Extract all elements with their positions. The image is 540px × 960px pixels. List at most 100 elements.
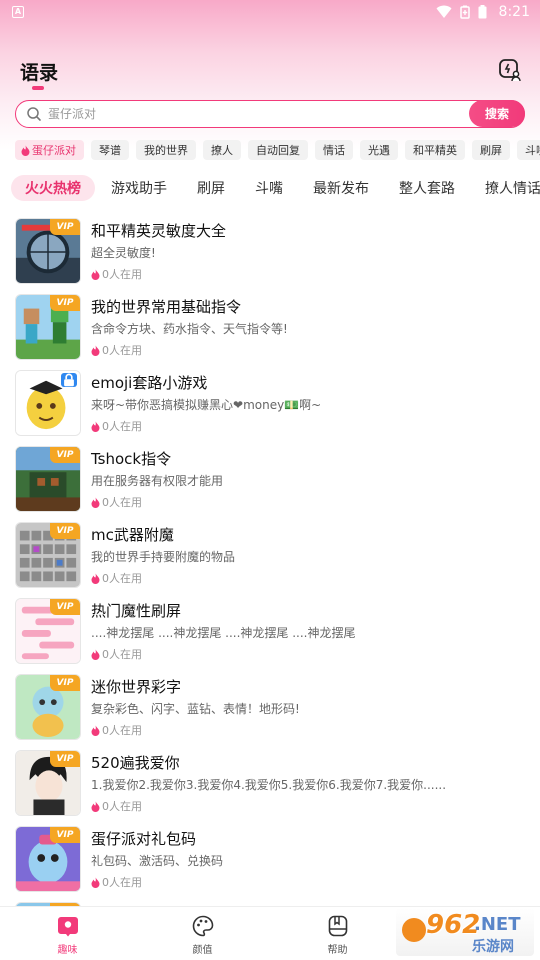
nav-label: 颜值: [192, 944, 213, 956]
list-item[interactable]: VIP Tshock指令 用在服务器有权限才能用 0人在用: [0, 442, 540, 518]
status-bar: A 8:21: [0, 0, 540, 24]
usage-text: 0人在用: [102, 876, 142, 889]
tag-item[interactable]: 我的世界: [136, 140, 196, 160]
item-title: 520遍我爱你: [91, 754, 180, 772]
flame-icon: [91, 345, 100, 356]
item-thumbnail: VIP: [15, 446, 81, 512]
list-item[interactable]: VIP 迷你世界彩字 复杂彩色、闪字、蓝钻、表情！地形码! 0人在用: [0, 670, 540, 746]
tag-item[interactable]: 自动回复: [248, 140, 308, 160]
tag-item[interactable]: 撩人: [203, 140, 241, 160]
item-description: 礼包码、激活码、兑换码: [91, 854, 224, 868]
search-button[interactable]: 搜索: [469, 100, 525, 127]
list-item[interactable]: VIP 520遍我爱你 1.我爱你2.我爱你3.我爱你4.我爱你5.我爱你6.我…: [0, 746, 540, 822]
tag-item[interactable]: 情话: [315, 140, 353, 160]
tab-game-helper[interactable]: 游戏助手: [97, 175, 181, 201]
nav-label: 趣味: [57, 944, 78, 956]
clock: 8:21: [498, 4, 530, 20]
item-description: 来呀~带你恶搞模拟赚黑心❤money💵啊~: [91, 398, 322, 412]
usage-text: 0人在用: [102, 344, 142, 357]
tab-latest[interactable]: 最新发布: [299, 175, 383, 201]
tag-item[interactable]: 蛋仔派对: [15, 140, 84, 160]
usage-count: 0人在用: [91, 570, 142, 586]
usage-text: 0人在用: [102, 268, 142, 281]
flame-icon: [91, 573, 100, 584]
list-item[interactable]: VIP mc武器附魔 我的世界手持要附魔的物品 0人在用: [0, 518, 540, 594]
page-title: 语录: [20, 62, 59, 84]
vip-badge: VIP: [50, 295, 80, 311]
tab-banter[interactable]: 斗嘴: [241, 175, 297, 201]
battery-saver-icon: [459, 5, 470, 19]
list-item[interactable]: VIP 热门魔性刷屏 ....神龙摆尾 ....神龙摆尾 ....神龙摆尾 ..…: [0, 594, 540, 670]
item-description: 复杂彩色、闪字、蓝钻、表情！地形码!: [91, 702, 300, 716]
flame-icon: [91, 497, 100, 508]
item-description: ....神龙摆尾 ....神龙摆尾 ....神龙摆尾 ....神龙摆尾: [91, 626, 356, 640]
tab-hot-list[interactable]: 火火热榜: [11, 175, 95, 201]
list-item[interactable]: VIP 蛋仔派对礼包码 礼包码、激活码、兑换码 0人在用: [0, 822, 540, 898]
flame-icon: [91, 269, 100, 280]
usage-text: 0人在用: [102, 572, 142, 585]
list-item[interactable]: emoji套路小游戏 来呀~带你恶搞模拟赚黑心❤money💵啊~ 0人在用: [0, 366, 540, 442]
vip-badge: VIP: [50, 675, 80, 691]
item-title: mc武器附魔: [91, 526, 174, 544]
search-icon: [27, 107, 41, 121]
flame-icon: [91, 421, 100, 432]
flame-icon: [91, 877, 100, 888]
hot-tags: 蛋仔派对 琴谱 我的世界 撩人 自动回复 情话 光遇 和平精英 刷屏 斗嘴: [15, 140, 540, 160]
vip-badge: VIP: [50, 827, 80, 843]
nav-help[interactable]: 帮助: [270, 907, 405, 960]
tag-item[interactable]: 刷屏: [472, 140, 510, 160]
usage-text: 0人在用: [102, 420, 142, 433]
battery-icon: [478, 5, 487, 19]
nav-fun[interactable]: 趣味: [0, 907, 135, 960]
list-item[interactable]: VIP: [0, 898, 540, 906]
palette-icon: [192, 915, 213, 936]
item-thumbnail: VIP: [15, 826, 81, 892]
list-item[interactable]: VIP 我的世界常用基础指令 含命令方块、药水指令、天气指令等! 0人在用: [0, 290, 540, 366]
watermark-suffix: .NET: [474, 914, 521, 935]
tag-item[interactable]: 光遇: [360, 140, 398, 160]
tab-flirt[interactable]: 撩人情话: [471, 175, 540, 201]
usage-count: 0人在用: [91, 266, 142, 282]
item-title: 蛋仔派对礼包码: [91, 830, 197, 848]
item-description: 我的世界手持要附魔的物品: [91, 550, 236, 564]
usage-count: 0人在用: [91, 646, 142, 662]
tab-spam[interactable]: 刷屏: [183, 175, 239, 201]
vip-badge: VIP: [50, 523, 80, 539]
item-thumbnail: VIP: [15, 522, 81, 588]
tag-label: 蛋仔派对: [32, 144, 76, 157]
flame-icon: [91, 649, 100, 660]
lock-icon: [61, 373, 77, 387]
tab-pranks[interactable]: 整人套路: [385, 175, 469, 201]
content-list: VIP 和平精英灵敏度大全 超全灵敏度! 0人在用 VIP 我的世界常用基础指令…: [0, 214, 540, 906]
nav-appearance[interactable]: 颜值: [135, 907, 270, 960]
usage-text: 0人在用: [102, 496, 142, 509]
help-icon: [328, 915, 347, 936]
tag-item[interactable]: 和平精英: [405, 140, 465, 160]
item-description: 含命令方块、药水指令、天气指令等!: [91, 322, 288, 336]
usage-count: 0人在用: [91, 722, 142, 738]
item-thumbnail: VIP: [15, 294, 81, 360]
usage-count: 0人在用: [91, 494, 142, 510]
tag-item[interactable]: 斗嘴: [517, 140, 540, 160]
item-thumbnail: VIP: [15, 750, 81, 816]
app-header: 语录: [0, 52, 540, 92]
vip-badge: VIP: [50, 599, 80, 615]
user-switch-icon[interactable]: [498, 58, 522, 82]
site-watermark: 962 .NET 乐游网: [396, 908, 534, 956]
usage-count: 0人在用: [91, 798, 142, 814]
item-description: 用在服务器有权限才能用: [91, 474, 224, 488]
item-thumbnail: VIP: [15, 674, 81, 740]
usage-text: 0人在用: [102, 648, 142, 661]
item-description: 超全灵敏度!: [91, 246, 156, 260]
vip-badge: VIP: [50, 447, 80, 463]
item-thumbnail: [15, 370, 81, 436]
tag-item[interactable]: 琴谱: [91, 140, 129, 160]
item-title: 迷你世界彩字: [91, 678, 182, 696]
item-thumbnail: VIP: [15, 598, 81, 664]
item-title: 热门魔性刷屏: [91, 602, 182, 620]
search-input[interactable]: [48, 107, 524, 121]
flame-icon: [91, 725, 100, 736]
category-tabs: 火火热榜 游戏助手 刷屏 斗嘴 最新发布 整人套路 撩人情话: [11, 174, 540, 202]
list-item[interactable]: VIP 和平精英灵敏度大全 超全灵敏度! 0人在用: [0, 214, 540, 290]
fun-icon: [57, 916, 78, 936]
